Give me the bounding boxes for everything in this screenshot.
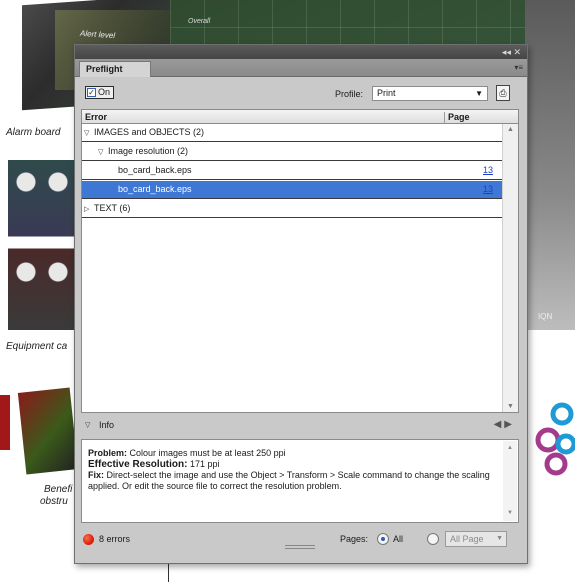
background-people-image (8, 160, 78, 330)
error-row-content: ▷ TEXT (6) (82, 203, 130, 213)
page-link[interactable]: 13 (483, 162, 493, 179)
profile-value: Print (377, 88, 396, 98)
prev-next-error-icons[interactable]: ◀▶ (494, 419, 515, 430)
info-label: Info (99, 420, 115, 430)
info-details: Problem: Colour images must be at least … (81, 439, 519, 523)
error-row-content: ▽ Image resolution (2) (82, 146, 188, 156)
problem-key: Problem: (88, 448, 128, 458)
error-row-label: bo_card_back.eps (118, 165, 192, 175)
pages-all-label: All (393, 534, 404, 544)
chevron-down-icon: ▼ (496, 535, 503, 542)
error-row-label: IMAGES and OBJECTS (2) (94, 127, 205, 137)
disclosure-triangle-icon[interactable]: ▷ (84, 201, 94, 218)
tab-preflight[interactable]: Preflight (79, 61, 151, 77)
pages-range-field[interactable]: All Page ▼ (445, 531, 507, 547)
column-header-error[interactable]: Error (85, 112, 107, 122)
error-count[interactable]: 8 errors (99, 534, 130, 544)
collapse-close-icons[interactable]: ◂◂ ✕ (502, 46, 521, 58)
problem-text: Colour images must be at least 250 ppi (129, 448, 286, 458)
error-row-label: Image resolution (2) (108, 146, 189, 156)
error-row-label: TEXT (6) (94, 203, 131, 213)
checkbox-check-icon[interactable]: ✓ (87, 88, 96, 97)
panel-titlebar[interactable]: ◂◂ ✕ (75, 45, 527, 59)
fix-key: Fix: (88, 470, 105, 480)
page-link[interactable]: 13 (483, 181, 493, 198)
pages-label: Pages: (340, 534, 369, 544)
define-profiles-icon[interactable]: ⎙ (496, 85, 510, 101)
fix-text: Direct-select the image and use the Obje… (88, 470, 490, 491)
panel-footer: 8 errors Pages: All All Page ▼ (75, 529, 527, 551)
error-row[interactable]: ▷ TEXT (6) (82, 200, 502, 218)
error-list: Error Page ▽ IMAGES and OBJECTS (2) ▽ Image… (81, 109, 519, 413)
scroll-down-icon[interactable]: ▼ (503, 403, 518, 410)
profile-dropdown[interactable]: Print ▼ (372, 86, 488, 101)
background-label: Overall (188, 18, 211, 25)
error-row-content: ▽ IMAGES and OBJECTS (2) (82, 127, 204, 137)
preflight-panel: ◂◂ ✕ Preflight ▾≡ ✓ On Profile: Print ▼ ⎙… (74, 44, 528, 564)
disclosure-triangle-icon[interactable]: ▽ (84, 125, 94, 142)
resolution-text: 171 ppi (189, 459, 220, 469)
fix-line: Fix: Direct-select the image and use the… (88, 470, 498, 492)
preflight-toolbar: ✓ On Profile: Print ▼ ⎙ (75, 78, 527, 106)
scroll-up-icon[interactable]: ▲ (503, 126, 518, 133)
background-rings-graphic (535, 402, 575, 476)
background-label: IQN (538, 312, 553, 321)
scroll-down-icon[interactable]: ▼ (503, 508, 517, 519)
panel-tab-row: Preflight ▾≡ (75, 59, 527, 77)
pages-range-value: All Page (450, 534, 484, 544)
resolution-line: Effective Resolution: 171 ppi (88, 459, 498, 470)
error-list-header: Error Page (82, 110, 518, 124)
problem-line: Problem: Colour images must be at least … (88, 448, 498, 459)
error-row[interactable]: bo_card_back.eps 13 (82, 181, 502, 199)
error-row-label: bo_card_back.eps (118, 184, 192, 194)
scroll-up-icon[interactable]: ▲ (503, 443, 517, 454)
background-card-image (0, 395, 10, 450)
chevron-down-icon: ▼ (475, 89, 483, 98)
disclosure-triangle-icon[interactable]: ▽ (85, 421, 90, 429)
error-row[interactable]: ▽ Image resolution (2) (82, 143, 502, 161)
background-rule (168, 562, 169, 582)
caption-equipment: Equipment ca (6, 341, 68, 352)
resize-grip-icon[interactable] (285, 545, 315, 549)
info-scrollbar[interactable]: ▲ ▼ (503, 441, 517, 521)
error-row[interactable]: bo_card_back.eps 13 (82, 162, 502, 180)
panel-menu-icon[interactable]: ▾≡ (514, 63, 523, 72)
caption-benefits: Benefi (44, 484, 73, 495)
caption-obstruction: obstru (40, 496, 68, 507)
background-card-image (17, 387, 79, 475)
on-label: On (98, 87, 111, 97)
pages-all-radio[interactable] (377, 533, 389, 545)
error-status-icon (83, 534, 94, 545)
disclosure-triangle-icon[interactable]: ▽ (98, 144, 108, 161)
background-image-edge (525, 0, 575, 330)
column-header-page[interactable]: Page (444, 112, 500, 124)
error-row-content: bo_card_back.eps (82, 184, 192, 194)
pages-range-radio[interactable] (427, 533, 439, 545)
caption-alarm-board: Alarm board (6, 127, 61, 138)
profile-label: Profile: (335, 89, 364, 99)
error-row[interactable]: ▽ IMAGES and OBJECTS (2) (82, 124, 502, 142)
resolution-key: Effective Resolution: (88, 459, 188, 470)
error-list-scrollbar[interactable]: ▲ ▼ (502, 124, 518, 412)
preflight-on-toggle[interactable]: ✓ On (85, 86, 115, 99)
error-row-content: bo_card_back.eps (82, 165, 192, 175)
info-section-header[interactable]: ▽ Info ◀▶ (81, 417, 519, 435)
